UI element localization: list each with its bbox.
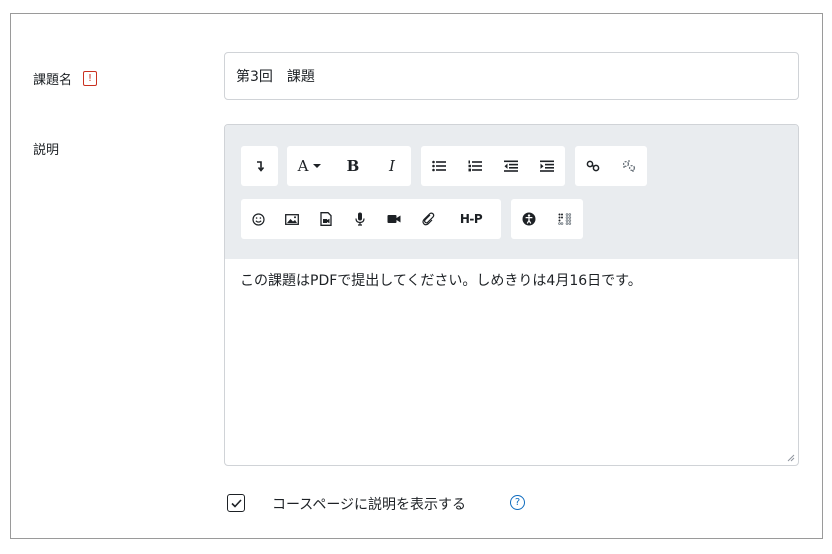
- numbered-list-icon[interactable]: [457, 146, 493, 186]
- editor-content-area[interactable]: この課題はPDFで提出してください。しめきりは4月16日です。: [225, 259, 798, 465]
- resize-handle-icon[interactable]: [785, 452, 795, 462]
- toolbar-group-accessibility: [511, 199, 583, 239]
- outdent-icon[interactable]: [493, 146, 529, 186]
- screenreader-helper-icon[interactable]: [547, 199, 583, 239]
- assignment-name-input[interactable]: 第3回 課題: [224, 52, 799, 100]
- help-icon[interactable]: ?: [510, 495, 525, 510]
- bullet-list-icon[interactable]: [421, 146, 457, 186]
- record-audio-icon[interactable]: [343, 199, 377, 239]
- media-file-icon[interactable]: [309, 199, 343, 239]
- italic-letter: I: [389, 157, 395, 175]
- description-label: 説明: [33, 143, 60, 158]
- help-symbol: ?: [514, 496, 521, 508]
- show-description-checkbox[interactable]: [227, 494, 245, 512]
- manage-files-icon[interactable]: [411, 199, 445, 239]
- bold-icon[interactable]: B: [333, 146, 373, 186]
- toolbar-group-links: [575, 146, 647, 186]
- image-icon[interactable]: [275, 199, 309, 239]
- collapse-icon[interactable]: [241, 146, 278, 186]
- h5p-text: H-P: [459, 212, 483, 226]
- toolbar-group-lists: [421, 146, 565, 186]
- assignment-name-value: 第3回 課題: [236, 69, 315, 85]
- editor-content-text: この課題はPDFで提出してください。しめきりは4月16日です。: [240, 273, 642, 289]
- assignment-name-label-text: 課題名: [33, 73, 73, 88]
- font-color-icon[interactable]: A: [287, 146, 333, 186]
- checkmark-icon: [230, 498, 242, 508]
- toolbar-group-style: A B I: [287, 146, 411, 186]
- indent-icon[interactable]: [529, 146, 565, 186]
- toolbar-group-insert: H-P: [241, 199, 501, 239]
- toolbar-group-collapse: [241, 146, 278, 186]
- editor-toolbar: A B I H-P: [225, 125, 798, 259]
- bold-letter: B: [346, 157, 360, 175]
- italic-icon[interactable]: I: [373, 146, 411, 186]
- unlink-icon[interactable]: [611, 146, 647, 186]
- accessibility-checker-icon[interactable]: [511, 199, 547, 239]
- record-video-icon[interactable]: [377, 199, 411, 239]
- description-editor: A B I H-P この課題はPDFで提出してください。しめきりは4月16日です…: [224, 124, 799, 466]
- emoji-icon[interactable]: [241, 199, 275, 239]
- assignment-name-label: 課題名 !: [33, 69, 98, 88]
- h5p-icon[interactable]: H-P: [445, 199, 497, 239]
- required-icon: !: [83, 71, 98, 86]
- font-letter: A: [297, 157, 309, 175]
- show-description-label: コースページに説明を表示する: [272, 497, 467, 513]
- link-icon[interactable]: [575, 146, 611, 186]
